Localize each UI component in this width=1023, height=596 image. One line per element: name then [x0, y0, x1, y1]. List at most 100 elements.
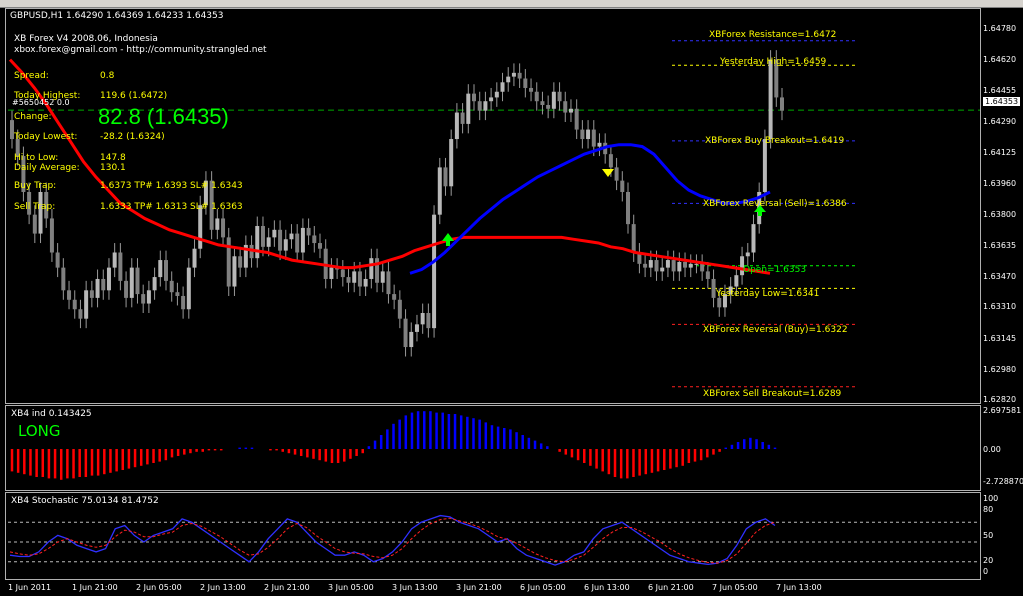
candle-body: [158, 260, 163, 278]
time-tick: 2 Jun 13:00: [200, 583, 246, 592]
price-tick: 1.63145: [983, 333, 1017, 343]
price-tick: 1.62820: [983, 395, 1017, 404]
candle-body: [734, 275, 739, 287]
candle-body: [169, 280, 174, 293]
candle-body: [694, 263, 699, 265]
stoch-tick-80: 80: [983, 505, 994, 514]
sell-trap-value: 1.6333 TP# 1.6313 SL# 1.6363: [100, 202, 243, 212]
candle-body: [665, 260, 670, 268]
candle-body: [477, 101, 482, 111]
candle-body: [643, 263, 648, 268]
candle-body: [118, 252, 123, 281]
candle-body: [306, 227, 311, 236]
candle-body: [289, 233, 294, 240]
stoch-tick-0: 0: [983, 567, 989, 576]
candle-body: [780, 97, 784, 111]
candle-body: [420, 313, 425, 325]
avg-label: Daily Average:: [14, 163, 80, 173]
candle-body: [61, 267, 66, 291]
time-tick: 6 Jun 05:00: [520, 583, 566, 592]
candle-body: [346, 277, 351, 283]
candle-body: [608, 154, 613, 168]
candle-body: [67, 290, 72, 300]
time-tick: 3 Jun 13:00: [392, 583, 438, 592]
candle-body: [506, 76, 511, 83]
sell-trap-label: Sell Trap:: [14, 202, 56, 212]
price-tick: 1.64125: [983, 148, 1017, 158]
level-label-sell-breakout: XBForex Sell Breakout=1.6289: [703, 389, 842, 399]
candle-body: [215, 218, 220, 230]
ind-tick-top: 2.697581: [983, 406, 1022, 415]
candle-body: [318, 243, 322, 249]
level-label-open: Open=1.6353: [743, 265, 807, 275]
stoch-tick-50: 50: [983, 531, 994, 540]
time-tick: 1 Jun 2011: [8, 583, 52, 592]
candle-body: [152, 277, 157, 291]
info-line1: XB Forex V4 2008.06, Indonesia: [14, 34, 158, 44]
candle-body: [557, 91, 562, 102]
price-tick: 1.63310: [983, 302, 1017, 312]
candle-body: [392, 294, 397, 300]
candle-body: [146, 290, 151, 304]
stoch-k-line: [9, 514, 776, 566]
time-tick: 7 Jun 05:00: [712, 583, 758, 592]
candle-body: [700, 263, 705, 272]
candle-body: [135, 267, 140, 295]
price-tick: 1.64620: [983, 54, 1017, 64]
sell-arrow-icon: [602, 169, 614, 177]
candle-body: [454, 112, 459, 140]
stochastic-title: XB4 Stochastic 75.0134 81.4752: [11, 496, 159, 506]
candle-body: [551, 91, 556, 109]
candle-body: [164, 260, 168, 281]
candle-body: [32, 214, 37, 234]
highest-value: 119.6 (1.6472): [100, 91, 168, 101]
candle-body: [312, 235, 317, 244]
candle-body: [300, 227, 305, 253]
ind-tick-bottom: -2.728870: [983, 477, 1023, 486]
candle-body: [272, 229, 277, 238]
level-label-reversal-sell: XBForex Reversal (Sell)=1.6386: [703, 199, 847, 209]
candle-body: [654, 260, 659, 272]
lowest-value: -28.2 (1.6324): [100, 132, 165, 142]
candle-body: [751, 224, 756, 253]
time-tick: 7 Jun 13:00: [776, 583, 822, 592]
candle-body: [95, 278, 100, 298]
candle-body: [546, 104, 551, 109]
candle-body: [255, 226, 260, 259]
stoch-tick-20: 20: [983, 556, 994, 565]
candle-body: [106, 267, 111, 291]
candle-body: [483, 101, 488, 111]
candle-body: [49, 218, 54, 253]
candle-body: [620, 180, 625, 192]
candle-body: [181, 295, 186, 310]
time-tick: 6 Jun 13:00: [584, 583, 630, 592]
change-value: 82.8 (1.6435): [98, 104, 229, 129]
buy-trap-value: 1.6373 TP# 1.6393 SL# 1.6343: [100, 181, 243, 191]
time-tick: 3 Jun 05:00: [328, 583, 374, 592]
chart-title: GBPUSD,H1 1.64290 1.64369 1.64233 1.6435…: [10, 11, 224, 21]
candle-body: [529, 87, 534, 92]
candle-body: [283, 239, 288, 251]
level-label-yesterday-low: Yesterday Low=1.6341: [716, 289, 820, 299]
candle-body: [266, 237, 271, 247]
time-tick: 3 Jun 21:00: [456, 583, 502, 592]
candle-body: [295, 233, 300, 253]
lowest-label: Today Lowest:: [14, 132, 78, 142]
candle-body: [494, 91, 499, 98]
current-price-box: 1.64353: [983, 97, 1021, 106]
candle-body: [175, 292, 180, 296]
candle-body: [574, 108, 579, 130]
candle-body: [523, 78, 528, 88]
candle-body: [84, 290, 89, 319]
info-line2: xbox.forex@gmail.com - http://community.…: [14, 45, 267, 55]
level-label-reversal-buy: XBForex Reversal (Buy)=1.6322: [703, 325, 848, 335]
time-tick: 2 Jun 21:00: [264, 583, 310, 592]
ind-tick-zero: 0.00: [983, 445, 1001, 454]
candle-body: [72, 299, 77, 310]
candle-body: [580, 129, 585, 140]
candle-body: [586, 129, 591, 140]
candle-body: [192, 248, 197, 268]
price-tick: 1.64780: [983, 24, 1017, 34]
candle-body: [500, 82, 505, 92]
candle-body: [329, 267, 334, 279]
